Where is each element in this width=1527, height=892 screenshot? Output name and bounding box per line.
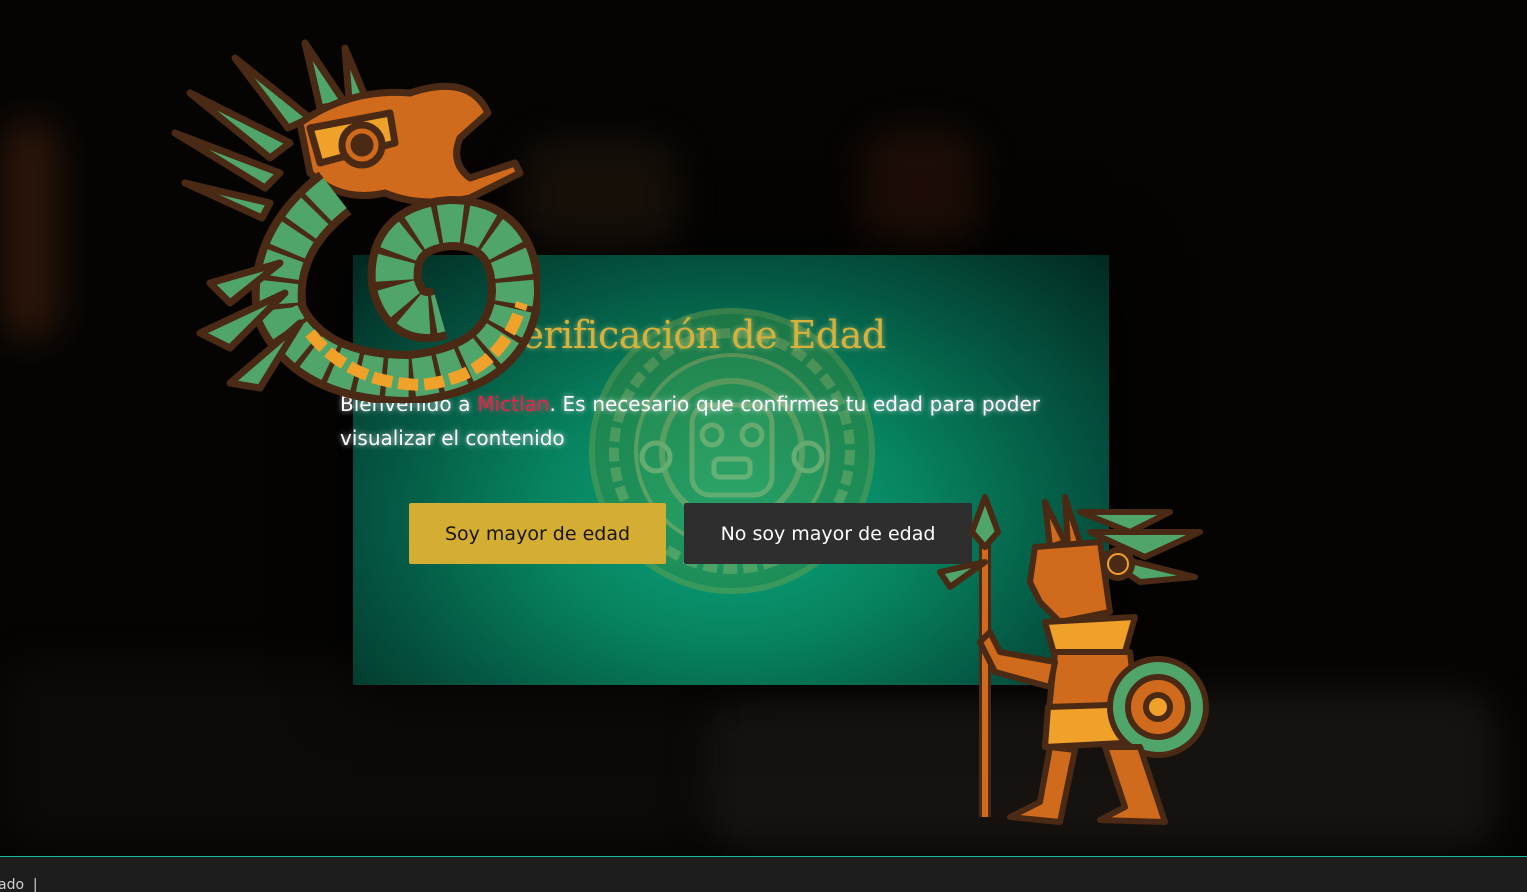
quetzalcoatl-serpent-icon: [171, 39, 540, 403]
aztec-warrior-icon: [937, 494, 1209, 825]
status-bar: ado |: [0, 856, 1527, 892]
deny-age-button[interactable]: No soy mayor de edad: [684, 503, 972, 564]
background-blob: [860, 130, 980, 250]
background-blob: [0, 120, 60, 340]
status-text: ado |: [0, 877, 38, 892]
confirm-age-button[interactable]: Soy mayor de edad: [409, 503, 666, 564]
modal-title: Verificación de Edad: [498, 313, 886, 357]
background-blob: [0, 660, 700, 850]
background-blob: [520, 140, 680, 260]
